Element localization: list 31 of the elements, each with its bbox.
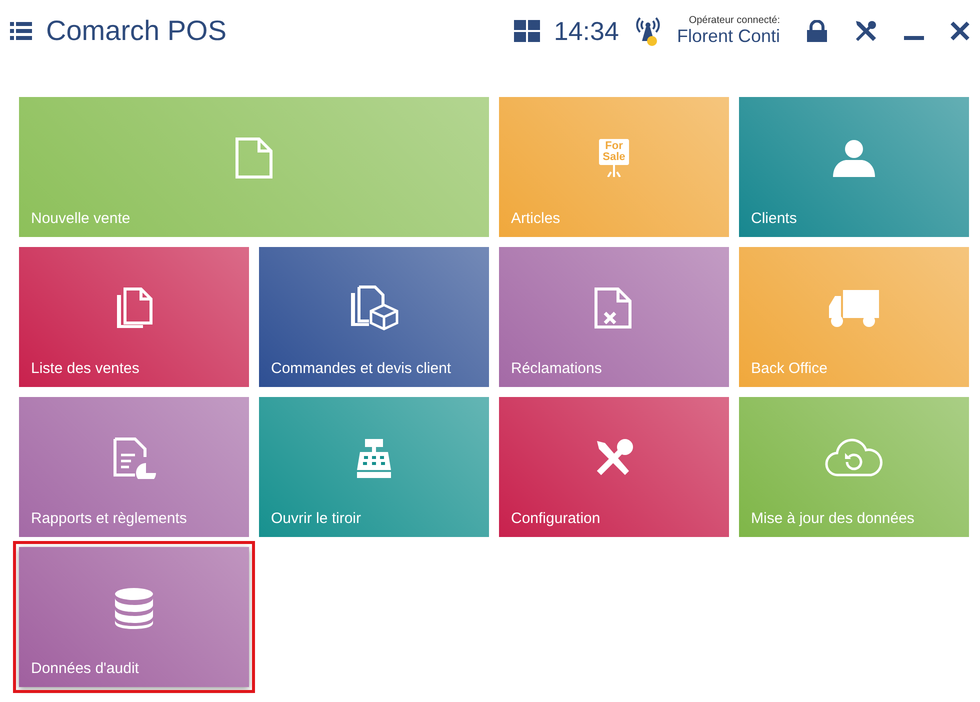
close-icon[interactable] — [950, 21, 970, 41]
tools-icon[interactable] — [854, 19, 878, 43]
menu-tile[interactable]: Nouvelle vente — [19, 97, 489, 237]
document-icon — [234, 136, 274, 178]
lock-icon[interactable] — [806, 20, 828, 42]
database-icon — [114, 586, 154, 628]
cash-register-icon — [355, 436, 393, 478]
menu-tile[interactable]: Ouvrir le tiroir — [259, 397, 489, 537]
truck-icon — [827, 288, 881, 328]
tiles-icon[interactable] — [514, 20, 540, 42]
operator-name: Florent Conti — [676, 26, 780, 47]
person-icon — [833, 138, 875, 176]
menu-tile[interactable]: Données d'audit — [19, 547, 249, 687]
menu-tile[interactable]: For Sale Articles — [499, 97, 729, 237]
clock-time: 14:34 — [554, 16, 619, 46]
cloud-refresh-icon — [824, 438, 884, 478]
documents-box-icon — [348, 284, 400, 330]
app-title: Comarch POS — [46, 15, 226, 47]
menu-tile[interactable]: Liste des ventes — [19, 247, 249, 387]
menu-tile[interactable]: Commandes et devis client — [259, 247, 489, 387]
documents-icon — [114, 286, 154, 328]
menu-icon[interactable] — [10, 22, 32, 40]
menu-tile[interactable]: Clients — [739, 97, 969, 237]
menu-tile[interactable]: Réclamations — [499, 247, 729, 387]
report-chart-icon — [112, 436, 156, 478]
signal-icon[interactable] — [634, 15, 661, 47]
menu-tile[interactable]: Configuration — [499, 397, 729, 537]
menu-tile[interactable]: Rapports et règlements — [19, 397, 249, 537]
operator-label: Opérateur connecté: — [688, 15, 780, 26]
menu-tile[interactable]: Mise à jour des données — [739, 397, 969, 537]
menu-tile[interactable]: Back Office — [739, 247, 969, 387]
